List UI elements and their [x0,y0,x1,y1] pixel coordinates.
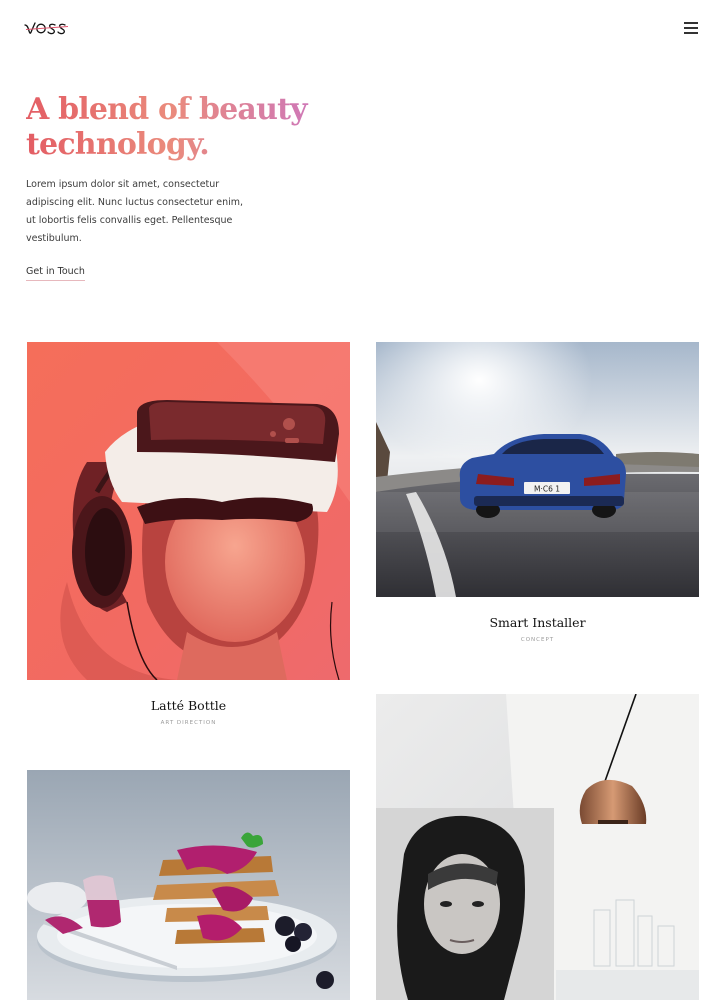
portfolio-image-food [27,770,350,1000]
hero-title: A blend of beauty technology. [26,92,346,162]
portfolio-image-vr [27,342,350,680]
menu-line [684,32,698,34]
portfolio-item-car[interactable]: M·C6 1 [376,342,699,597]
hero-description: Lorem ipsum dolor sit amet, consectetur … [26,179,244,244]
hero-title-line1: A blend of beauty [26,92,307,127]
portfolio-item-title[interactable]: Smart Installer [376,615,699,630]
hero-title-line2: technology. [26,127,209,162]
hero-section: A blend of beauty technology. Lorem ipsu… [26,92,346,281]
portfolio-item-interior[interactable] [376,694,699,1000]
portfolio-item-food[interactable] [27,770,350,1000]
portfolio-item-vr[interactable] [27,342,350,680]
get-in-touch-link[interactable]: Get in Touch [26,266,85,281]
svg-text:M·C6 1: M·C6 1 [534,485,560,494]
brand-logo[interactable] [24,16,72,42]
hamburger-menu-icon[interactable] [684,22,698,34]
menu-line [684,27,698,29]
portfolio-item-category: CONCEPT [520,637,555,643]
portfolio-image-car: M·C6 1 [376,342,699,597]
portfolio-item-title[interactable]: Latté Bottle [27,698,350,713]
portfolio-image-interior [376,694,699,1000]
voss-logo-icon [24,22,69,35]
menu-line [684,22,698,24]
portfolio-item-category: ART DIRECTION [160,720,217,726]
